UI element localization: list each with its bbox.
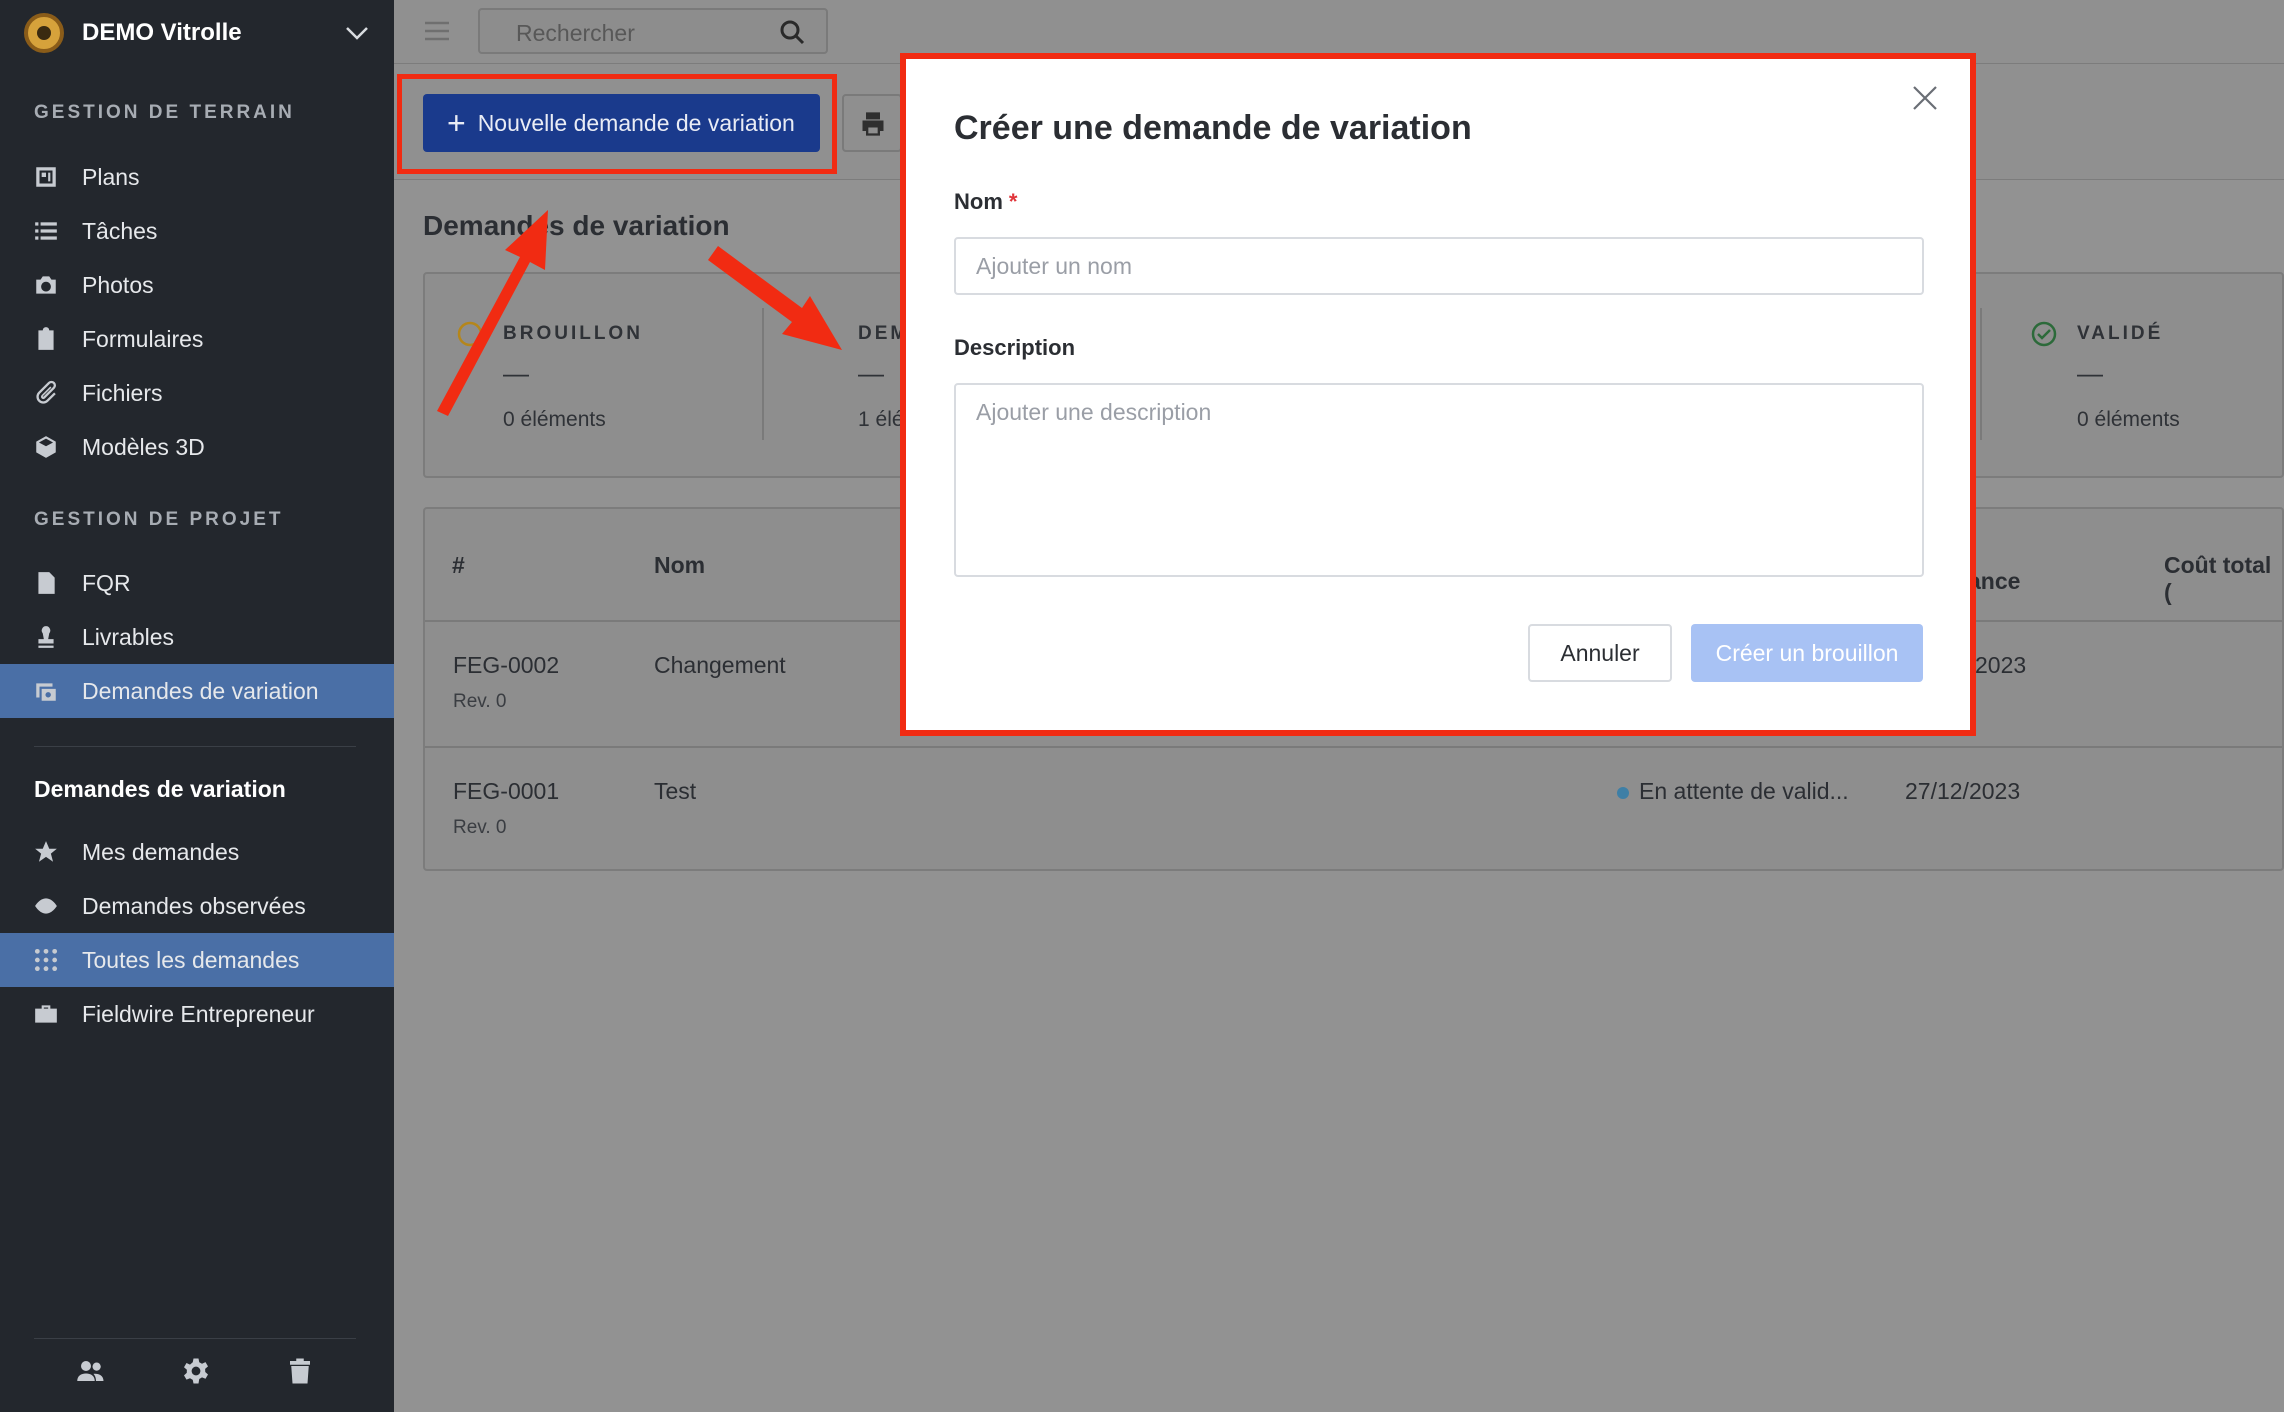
search-icon[interactable] <box>778 18 806 46</box>
status-dot <box>1617 786 1629 799</box>
sidebar-item-formulaires[interactable]: Formulaires <box>0 312 394 366</box>
sidebar-item-toutes-les-demandes[interactable]: Toutes les demandes <box>0 933 394 987</box>
column-header-name[interactable]: Nom <box>654 552 705 579</box>
page-title: Demandes de variation <box>423 210 730 241</box>
plans-icon <box>32 163 60 191</box>
print-button[interactable] <box>842 94 902 152</box>
sidebar-divider <box>34 746 356 747</box>
status-value-pending: — <box>858 358 884 388</box>
status-divider <box>1980 308 1982 440</box>
chevron-down-icon[interactable] <box>344 20 370 46</box>
sidebar-item-label: Modèles 3D <box>82 433 205 460</box>
sidebar-item-modeles-3d[interactable]: Modèles 3D <box>0 420 394 474</box>
row-name: Test <box>654 778 697 804</box>
clipboard-icon <box>32 325 60 353</box>
column-header-number[interactable]: # <box>452 552 465 579</box>
hamburger-menu-icon[interactable] <box>422 16 452 46</box>
cube-icon <box>32 433 60 461</box>
sidebar-item-photos[interactable]: Photos <box>0 258 394 312</box>
star-icon <box>32 838 60 866</box>
sidebar-item-label: Fieldwire Entrepreneur <box>82 1000 315 1027</box>
project-switcher[interactable]: DEMO Vitrolle <box>24 12 370 54</box>
paperclip-icon <box>32 379 60 407</box>
sidebar-item-label: Toutes les demandes <box>82 946 300 973</box>
status-value-validated: — <box>2077 358 2103 388</box>
status-count-pending: 1 élé <box>858 408 904 431</box>
name-field[interactable] <box>954 237 1924 295</box>
sidebar-item-fieldwire-entrepreneur[interactable]: Fieldwire Entrepreneur <box>0 987 394 1041</box>
row-id: FEG-0001 <box>453 778 560 804</box>
sidebar-item-demandes-observees[interactable]: Demandes observées <box>0 879 394 933</box>
variation-icon <box>32 677 60 705</box>
row-status-label: En attente de valid... <box>1639 778 1849 804</box>
description-field[interactable] <box>954 383 1924 577</box>
description-field-label: Description <box>954 335 1076 360</box>
sidebar-item-label: Formulaires <box>82 325 204 352</box>
column-header-total-cost[interactable]: Coût total ( <box>2164 552 2284 606</box>
eye-icon <box>32 892 60 920</box>
status-divider <box>762 308 764 440</box>
sidebar-item-label: Demandes observées <box>82 892 306 919</box>
project-logo <box>24 13 64 53</box>
briefcase-icon <box>32 1000 60 1028</box>
sidebar-item-demandes-de-variation[interactable]: Demandes de variation <box>0 664 394 718</box>
sidebar-item-label: Mes demandes <box>82 838 240 865</box>
grid-icon <box>32 946 60 974</box>
sidebar-item-label: Fichiers <box>82 379 163 406</box>
status-count-draft: 0 éléments <box>503 408 606 431</box>
close-icon[interactable] <box>1910 83 1940 113</box>
sidebar-footer-divider <box>34 1338 356 1339</box>
project-name: DEMO Vitrolle <box>82 19 242 46</box>
status-value-draft: — <box>503 358 529 388</box>
sidebar-item-label: Photos <box>82 271 154 298</box>
row-revision: Rev. 0 <box>453 817 507 838</box>
check-circle-icon <box>2031 321 2057 347</box>
sidebar-item-label: Livrables <box>82 623 175 650</box>
create-draft-button[interactable]: Créer un brouillon <box>1691 624 1923 682</box>
stamp-icon <box>32 623 60 651</box>
users-icon[interactable] <box>76 1356 106 1386</box>
sidebar-item-mes-demandes[interactable]: Mes demandes <box>0 825 394 879</box>
sidebar-item-label: Demandes de variation <box>82 677 319 704</box>
sidebar-item-label: FQR <box>82 569 131 596</box>
sidebar-item-livrables[interactable]: Livrables <box>0 610 394 664</box>
sidebar-item-plans[interactable]: Plans <box>0 150 394 204</box>
section-projet-title: GESTION DE PROJET <box>34 509 284 530</box>
required-indicator: * <box>1008 189 1018 214</box>
sidebar-item-fqr[interactable]: FQR <box>0 556 394 610</box>
table-row[interactable]: FEG-0001 Rev. 0 Test En attente de valid… <box>423 746 2284 872</box>
sidebar-item-taches[interactable]: Tâches <box>0 204 394 258</box>
name-field-label: Nom * <box>954 189 1018 214</box>
row-status: En attente de valid... <box>1617 778 1849 805</box>
sidebar-item-fichiers[interactable]: Fichiers <box>0 366 394 420</box>
printer-icon <box>862 112 884 136</box>
row-revision: Rev. 0 <box>453 691 507 712</box>
sidebar-subsection-title: Demandes de variation <box>34 776 286 802</box>
gear-icon[interactable] <box>181 1356 211 1386</box>
sidebar: DEMO Vitrolle GESTION DE TERRAIN Plans T… <box>0 0 394 1412</box>
modal-title: Créer une demande de variation <box>954 109 1472 147</box>
row-name: Changement <box>654 652 786 678</box>
search-placeholder: Rechercher <box>516 20 635 46</box>
sidebar-item-label: Tâches <box>82 217 158 244</box>
status-label-draft: BROUILLON <box>503 323 643 344</box>
row-date: 2023 <box>1975 652 2027 678</box>
list-icon <box>32 217 60 245</box>
search-input[interactable]: Rechercher <box>478 8 828 54</box>
create-variation-modal: Créer une demande de variation Nom* Desc… <box>900 53 1976 736</box>
draft-status-icon <box>457 321 483 347</box>
section-terrain-title: GESTION DE TERRAIN <box>34 102 295 123</box>
cancel-button[interactable]: Annuler <box>1528 624 1672 682</box>
camera-icon <box>32 271 60 299</box>
status-label-validated: VALIDÉ <box>2077 323 2164 344</box>
document-info-icon <box>32 569 60 597</box>
highlight-box-new-button <box>397 74 837 174</box>
row-id: FEG-0002 <box>453 652 560 678</box>
trash-icon[interactable] <box>285 1356 315 1386</box>
status-count-validated: 0 éléments <box>2077 408 2180 431</box>
row-date: 27/12/2023 <box>1905 778 2021 804</box>
sidebar-item-label: Plans <box>82 163 140 190</box>
